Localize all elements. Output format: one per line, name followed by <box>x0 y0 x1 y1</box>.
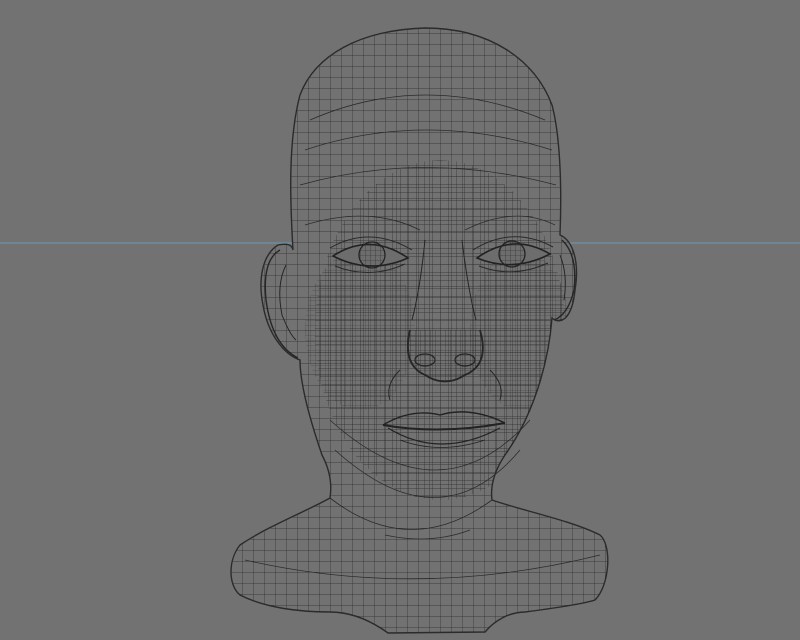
cheek-grid-left <box>305 250 415 410</box>
head-wireframe-mesh[interactable] <box>220 20 620 640</box>
cheek-grid-right <box>470 250 570 410</box>
3d-viewport[interactable] <box>0 0 800 640</box>
wireframe-canvas[interactable] <box>0 0 800 640</box>
